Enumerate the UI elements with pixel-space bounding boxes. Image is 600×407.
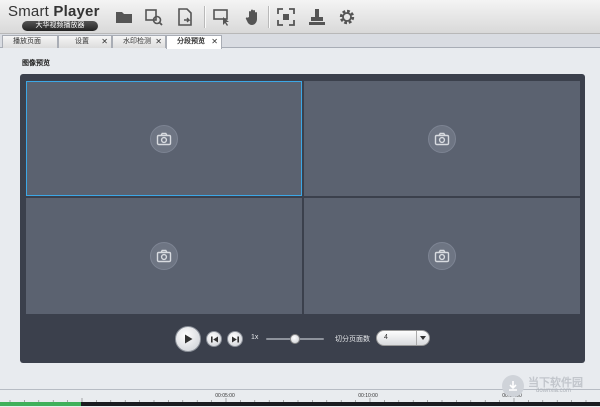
video-cell-2[interactable]: [304, 81, 580, 196]
tab-watermark-detection[interactable]: 水印检测 ✕: [112, 35, 166, 48]
speed-slider[interactable]: [266, 334, 324, 344]
tab-bar: 播放页面 设置 ✕ 水印检测 ✕ 分段预览 ✕: [0, 34, 600, 49]
tab-segment-preview[interactable]: 分段预览 ✕: [166, 35, 222, 49]
camera-icon[interactable]: [428, 124, 456, 153]
close-icon[interactable]: ✕: [211, 36, 218, 47]
app-subtitle: 大华视频播放器: [22, 21, 98, 31]
settings-button[interactable]: [337, 7, 357, 27]
tab-label: 设置: [75, 38, 89, 45]
slider-handle[interactable]: [290, 334, 300, 344]
stamp-icon: [309, 9, 325, 25]
split-count-value: 4: [384, 334, 388, 341]
tab-label: 播放页面: [13, 38, 41, 45]
video-cell-3[interactable]: [26, 198, 302, 314]
close-icon[interactable]: ✕: [101, 36, 108, 47]
app-title: Smart Player: [8, 3, 100, 20]
play-button[interactable]: [175, 326, 201, 352]
preview-panel: 1x 切分页面数 4: [20, 74, 585, 363]
hand-icon: [245, 9, 257, 25]
search-folder-icon: [145, 9, 163, 26]
app-logo: Smart Player 大华视频播放器: [8, 3, 100, 32]
timeline-progress-fill: [0, 402, 81, 406]
site-watermark: 当下软件园 downxia.com: [502, 372, 600, 404]
speed-label: 1x: [251, 334, 259, 341]
split-count-select[interactable]: 4: [376, 330, 430, 346]
convert-file-button[interactable]: [175, 7, 195, 27]
download-icon: [502, 375, 524, 397]
tab-label: 分段预览: [177, 38, 205, 45]
watermark-button[interactable]: [307, 7, 327, 27]
app-title-bold: Player: [53, 3, 100, 20]
tab-settings[interactable]: 设置 ✕: [58, 35, 112, 48]
playback-controls: 1x 切分页面数 4: [20, 314, 585, 363]
section-title: 图像预览: [22, 60, 50, 67]
top-toolbar: Smart Player 大华视频播放器: [0, 0, 600, 34]
pan-button[interactable]: [243, 7, 263, 27]
play-icon: [185, 334, 193, 344]
video-cell-4[interactable]: [304, 198, 580, 314]
step-forward-icon: [231, 336, 239, 342]
tab-label: 水印检测: [123, 38, 151, 45]
previous-frame-button[interactable]: [206, 331, 222, 347]
close-icon[interactable]: ✕: [155, 36, 162, 47]
step-back-icon: [210, 336, 218, 342]
fullscreen-icon: [277, 8, 295, 26]
file-convert-icon: [178, 8, 192, 26]
toolbar-divider: [268, 6, 269, 28]
camera-icon[interactable]: [150, 242, 178, 270]
toolbar-divider: [204, 6, 205, 28]
folder-icon: [116, 12, 132, 23]
smart-search-button[interactable]: [212, 7, 232, 27]
tab-playback[interactable]: 播放页面: [2, 35, 58, 48]
split-count-label: 切分页面数: [335, 336, 370, 343]
fullscreen-button[interactable]: [276, 7, 296, 27]
app-title-light: Smart: [8, 3, 50, 20]
watermark-url: downxia.com: [536, 388, 572, 394]
chevron-down-icon: [416, 331, 429, 345]
gear-icon: [339, 9, 355, 25]
tick-label: 00:05:00: [215, 393, 235, 399]
camera-icon[interactable]: [150, 124, 178, 153]
open-folder-button[interactable]: [114, 7, 134, 27]
camera-icon[interactable]: [428, 242, 456, 270]
next-frame-button[interactable]: [227, 331, 243, 347]
search-files-button[interactable]: [144, 7, 164, 27]
video-cell-1[interactable]: [26, 81, 302, 196]
screen-pointer-icon: [213, 9, 229, 26]
tick-label: 00:10:00: [358, 393, 378, 399]
